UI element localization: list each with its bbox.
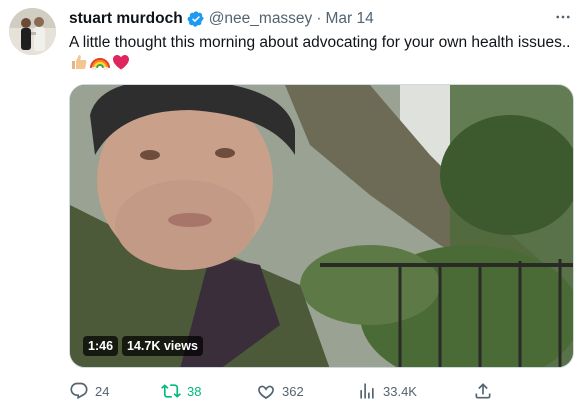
verified-badge-icon[interactable] [187, 10, 205, 28]
tweet-text: A little thought this morning about advo… [69, 34, 571, 51]
repost-button[interactable]: 38 [161, 380, 201, 402]
repost-icon [161, 384, 181, 398]
views-button[interactable]: 33.4K [357, 380, 417, 402]
reply-count: 24 [95, 383, 110, 399]
thumbs-up-icon [69, 52, 89, 72]
author-name[interactable]: stuart murdoch [69, 10, 183, 28]
tweet-header: stuart murdoch @nee_massey · Mar 14 [69, 9, 374, 29]
author-handle[interactable]: @nee_massey [209, 10, 313, 28]
share-button[interactable] [473, 380, 493, 402]
reply-icon [70, 382, 88, 400]
view-count: 33.4K [383, 383, 417, 399]
video-thumbnail [70, 85, 573, 367]
heart-icon [258, 385, 274, 399]
separator-dot: · [316, 10, 322, 27]
emoji-row [69, 52, 131, 72]
avatar[interactable] [9, 8, 56, 55]
video-player[interactable] [69, 84, 574, 368]
tweet-date[interactable]: Mar 14 [325, 10, 373, 28]
analytics-icon [360, 383, 374, 399]
share-icon [475, 383, 491, 399]
like-count: 362 [282, 383, 304, 399]
action-bar: 24 38 362 33.4K [65, 380, 495, 402]
reply-button[interactable]: 24 [69, 380, 109, 402]
like-button[interactable]: 362 [256, 380, 304, 402]
video-view-count: 14.7K views [122, 336, 203, 356]
red-heart-icon [111, 52, 131, 72]
rainbow-icon [90, 52, 110, 72]
video-duration: 1:46 [83, 336, 119, 356]
video-badges: 1:46 14.7K views [83, 336, 203, 356]
more-options-icon[interactable] [553, 7, 573, 27]
repost-count: 38 [187, 383, 202, 399]
